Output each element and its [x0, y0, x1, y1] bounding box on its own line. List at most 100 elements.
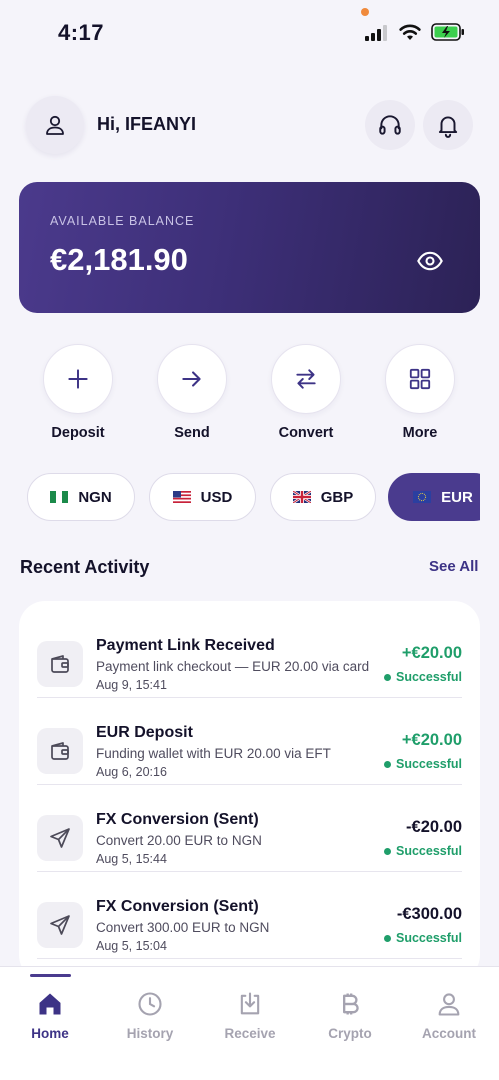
battery-charging-icon	[431, 23, 464, 41]
swap-icon	[296, 369, 316, 389]
transaction-status: Successful	[383, 844, 462, 858]
transaction-description: Payment link checkout — EUR 20.00 via ca…	[96, 659, 370, 674]
list-item[interactable]: FX Conversion (Sent) Convert 300.00 EUR …	[37, 872, 462, 959]
bell-icon	[438, 116, 458, 138]
status-label: Successful	[395, 844, 462, 858]
eye-icon	[417, 251, 443, 271]
list-item[interactable]: EUR Deposit Funding wallet with EUR 20.0…	[37, 698, 462, 785]
cellular-signal-icon	[365, 25, 387, 41]
status-label: Successful	[395, 931, 462, 945]
nav-account[interactable]: Account	[399, 967, 499, 1080]
transaction-date: Aug 5, 15:44	[96, 852, 167, 866]
transaction-amount: -€20.00	[406, 818, 462, 836]
status-time: 4:17	[58, 20, 105, 45]
transaction-status: Successful	[383, 670, 462, 684]
currency-code: EUR	[441, 488, 473, 506]
convert-button[interactable]	[271, 344, 341, 414]
clock-icon	[138, 992, 162, 1016]
send-icon	[50, 828, 70, 848]
nav-history[interactable]: History	[100, 967, 200, 1080]
convert-label: Convert	[278, 425, 334, 441]
deposit-label: Deposit	[51, 425, 105, 441]
quick-actions: Deposit Send Convert More	[0, 344, 499, 444]
recent-activity-title: Recent Activity	[20, 557, 150, 577]
toggle-balance-visibility-button[interactable]	[415, 246, 445, 276]
list-item[interactable]: FX Conversion (Sent) Convert 20.00 EUR t…	[37, 785, 462, 872]
transaction-title: EUR Deposit	[96, 724, 193, 741]
plus-icon	[68, 369, 88, 389]
more-label: More	[402, 425, 438, 441]
eu-flag-icon	[413, 491, 432, 503]
status-label: Successful	[395, 670, 462, 684]
send-icon-container	[37, 902, 83, 948]
grid-icon	[409, 368, 431, 390]
more-action[interactable]: More	[370, 344, 470, 444]
transaction-description: Funding wallet with EUR 20.00 via EFT	[96, 746, 331, 761]
currency-chip-gbp[interactable]: GBP	[270, 473, 376, 521]
uk-flag-icon	[292, 491, 311, 503]
nav-label: History	[126, 1026, 174, 1041]
bitcoin-icon	[343, 993, 359, 1015]
currency-chip-ngn[interactable]: NGN	[27, 473, 135, 521]
balance-label: AVAILABLE BALANCE	[50, 214, 195, 228]
currency-chip-eur[interactable]: EUR	[388, 473, 480, 521]
currency-chip-usd[interactable]: USD	[149, 473, 256, 521]
headphones-icon	[379, 115, 401, 135]
send-icon	[50, 915, 70, 935]
success-dot-icon	[383, 760, 391, 768]
usa-flag-icon	[172, 491, 191, 503]
notifications-button[interactable]	[423, 100, 473, 150]
transaction-status: Successful	[383, 931, 462, 945]
wifi-icon	[399, 24, 421, 40]
privacy-indicator-dot	[361, 8, 369, 16]
nav-label: Crypto	[328, 1026, 372, 1041]
bottom-navigation: Home History Receive Crypto Account	[0, 966, 499, 1080]
currency-code: USD	[200, 488, 233, 506]
header: Hi, IFEANYI	[26, 96, 474, 154]
send-label: Send	[174, 425, 210, 441]
nigeria-flag-icon	[50, 491, 69, 503]
nav-home[interactable]: Home	[0, 967, 100, 1080]
support-button[interactable]	[365, 100, 415, 150]
transaction-title: Payment Link Received	[96, 637, 275, 654]
home-icon	[39, 993, 61, 1015]
profile-avatar-button[interactable]	[26, 96, 84, 154]
nav-label: Receive	[224, 1026, 276, 1041]
transaction-amount: +€20.00	[401, 731, 462, 749]
user-icon	[46, 115, 64, 135]
transaction-date: Aug 5, 15:04	[96, 939, 167, 953]
active-tab-indicator	[30, 974, 71, 977]
more-button[interactable]	[385, 344, 455, 414]
status-bar: 4:17	[0, 0, 499, 66]
currency-code: GBP	[320, 488, 354, 506]
transaction-description: Convert 300.00 EUR to NGN	[96, 920, 270, 935]
success-dot-icon	[383, 847, 391, 855]
currency-code: NGN	[78, 488, 112, 506]
success-dot-icon	[383, 934, 391, 942]
arrow-right-icon	[182, 371, 201, 387]
user-icon	[438, 993, 460, 1016]
send-icon-container	[37, 815, 83, 861]
nav-label: Account	[422, 1026, 476, 1041]
send-button[interactable]	[157, 344, 227, 414]
deposit-action[interactable]: Deposit	[28, 344, 128, 444]
transaction-title: FX Conversion (Sent)	[96, 898, 259, 915]
list-item[interactable]: Payment Link Received Payment link check…	[37, 611, 462, 698]
nav-label: Home	[31, 1026, 69, 1041]
nav-crypto[interactable]: Crypto	[300, 967, 400, 1080]
success-dot-icon	[383, 673, 391, 681]
transaction-description: Convert 20.00 EUR to NGN	[96, 833, 262, 848]
nav-receive[interactable]: Receive	[200, 967, 300, 1080]
transaction-title: FX Conversion (Sent)	[96, 811, 259, 828]
activity-list: Payment Link Received Payment link check…	[19, 601, 480, 981]
balance-amount: €2,181.90	[50, 242, 188, 277]
send-action[interactable]: Send	[142, 344, 242, 444]
balance-card: AVAILABLE BALANCE €2,181.90	[19, 182, 480, 313]
deposit-button[interactable]	[43, 344, 113, 414]
status-label: Successful	[395, 757, 462, 771]
transaction-status: Successful	[383, 757, 462, 771]
see-all-link[interactable]: See All	[429, 558, 478, 575]
convert-action[interactable]: Convert	[256, 344, 356, 444]
wallet-icon-container	[37, 641, 83, 687]
transaction-amount: -€300.00	[396, 905, 462, 923]
